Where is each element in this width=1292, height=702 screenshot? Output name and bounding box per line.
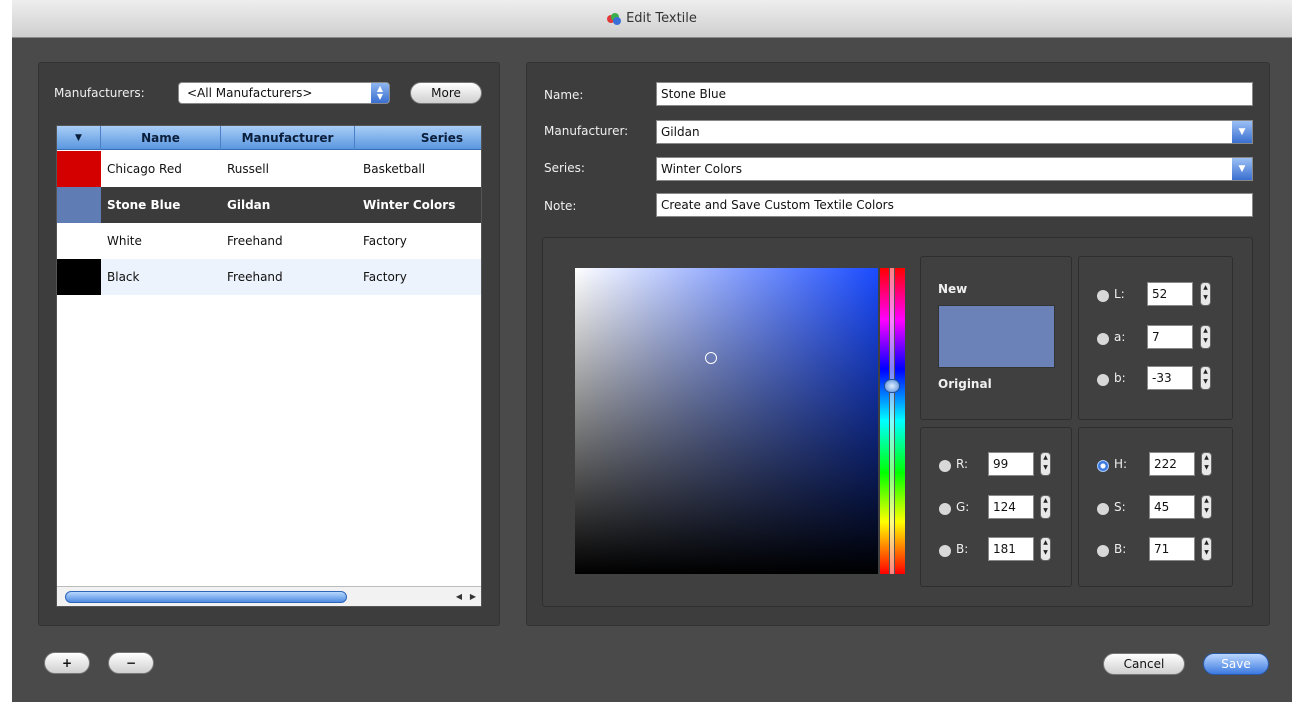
textile-table: ▼ Name Manufacturer Series Chicago Red R… — [56, 125, 482, 607]
original-label: Original — [938, 377, 992, 391]
title-bar: Edit Textile — [12, 0, 1292, 38]
manufacturer-combobox[interactable]: Gildan ▼ — [656, 120, 1253, 144]
manufacturers-popup-value: <All Manufacturers> — [187, 86, 313, 100]
hsb-h-label: H: — [1114, 457, 1128, 471]
rgb-r-radio[interactable] — [939, 460, 951, 472]
hsb-h-input[interactable]: 222 — [1149, 452, 1195, 476]
lab-l-radio[interactable] — [1097, 290, 1109, 302]
hsb-b-label: B: — [1114, 542, 1127, 556]
table-row-selected[interactable]: Stone Blue Gildan Winter Colors — [57, 187, 481, 223]
series-label: Series: — [544, 161, 585, 175]
table-row[interactable]: White Freehand Factory — [57, 223, 481, 259]
lab-b-input[interactable]: -33 — [1147, 366, 1193, 390]
lab-a-stepper[interactable]: ▲ ▼ — [1200, 325, 1211, 349]
column-header-manufacturer[interactable]: Manufacturer — [221, 126, 355, 150]
table-header: ▼ Name Manufacturer Series — [57, 126, 481, 150]
lab-a-input[interactable]: 7 — [1147, 325, 1193, 349]
rgb-b-input[interactable]: 181 — [988, 537, 1034, 561]
chevron-down-icon[interactable]: ▼ — [1232, 121, 1252, 143]
column-header-name[interactable]: Name — [101, 126, 221, 150]
row-name: Black — [107, 270, 140, 284]
row-series: Winter Colors — [363, 198, 456, 212]
rgb-r-label: R: — [956, 457, 969, 471]
hue-slider-knob[interactable] — [884, 379, 900, 393]
new-color-swatch — [938, 305, 1055, 368]
hsb-h-radio[interactable] — [1097, 460, 1109, 472]
row-manufacturer: Gildan — [227, 198, 271, 212]
row-name: White — [107, 234, 142, 248]
rgb-b-stepper[interactable]: ▲ ▼ — [1040, 537, 1051, 561]
cancel-button[interactable]: Cancel — [1103, 653, 1185, 675]
hsb-s-label: S: — [1114, 500, 1126, 514]
color-swatch — [57, 187, 101, 223]
new-label: New — [938, 282, 968, 296]
rgb-b-label: B: — [956, 542, 969, 556]
name-field[interactable]: Stone Blue — [656, 82, 1253, 106]
row-manufacturer: Russell — [227, 162, 269, 176]
horizontal-scrollbar[interactable]: ◀ ▶ — [57, 586, 481, 606]
hsb-h-stepper[interactable]: ▲ ▼ — [1201, 452, 1212, 476]
row-series: Basketball — [363, 162, 426, 176]
rgb-r-stepper[interactable]: ▲ ▼ — [1040, 452, 1051, 476]
save-button[interactable]: Save — [1203, 653, 1269, 675]
rgb-g-stepper[interactable]: ▲ ▼ — [1040, 495, 1051, 519]
remove-textile-button[interactable]: − — [108, 652, 154, 674]
manufacturers-popup[interactable]: <All Manufacturers> ▲ ▼ — [178, 82, 390, 104]
rgb-b-radio[interactable] — [939, 545, 951, 557]
add-textile-button[interactable]: + — [44, 652, 90, 674]
color-swatch — [57, 151, 101, 187]
saturation-brightness-field[interactable] — [575, 268, 878, 574]
name-label: Name: — [544, 88, 584, 102]
hsb-b-stepper[interactable]: ▲ ▼ — [1201, 537, 1212, 561]
manufacturer-label: Manufacturer: — [544, 124, 629, 138]
scroll-right-icon[interactable]: ▶ — [467, 591, 479, 603]
scrollbar-thumb[interactable] — [65, 591, 347, 603]
scroll-left-icon[interactable]: ◀ — [453, 591, 465, 603]
popup-arrows-icon: ▲ ▼ — [371, 83, 389, 103]
lab-l-input[interactable]: 52 — [1147, 282, 1193, 306]
manufacturers-label: Manufacturers: — [54, 86, 145, 100]
column-header-series[interactable]: Series — [355, 126, 481, 150]
row-name: Chicago Red — [107, 162, 182, 176]
lab-a-radio[interactable] — [1097, 333, 1109, 345]
row-series: Factory — [363, 270, 407, 284]
hsb-s-stepper[interactable]: ▲ ▼ — [1201, 495, 1212, 519]
hue-slider-track — [889, 268, 895, 574]
table-row[interactable]: Black Freehand Factory — [57, 259, 481, 295]
lab-l-stepper[interactable]: ▲ ▼ — [1200, 282, 1211, 306]
color-swatch — [57, 259, 101, 295]
chevron-down-icon[interactable]: ▼ — [1232, 158, 1252, 180]
note-field[interactable]: Create and Save Custom Textile Colors — [656, 193, 1253, 217]
row-series: Factory — [363, 234, 407, 248]
hsb-s-radio[interactable] — [1097, 503, 1109, 515]
lab-l-label: L: — [1114, 287, 1125, 301]
series-value: Winter Colors — [661, 162, 742, 176]
row-manufacturer: Freehand — [227, 234, 283, 248]
series-combobox[interactable]: Winter Colors ▼ — [656, 157, 1253, 181]
lab-b-label: b: — [1114, 371, 1126, 385]
row-name: Stone Blue — [107, 198, 181, 212]
note-label: Note: — [544, 199, 577, 213]
rgb-g-radio[interactable] — [939, 503, 951, 515]
rgb-g-input[interactable]: 124 — [988, 495, 1034, 519]
rgb-g-label: G: — [956, 500, 970, 514]
manufacturer-value: Gildan — [661, 125, 700, 139]
hsb-b-radio[interactable] — [1097, 545, 1109, 557]
row-manufacturer: Freehand — [227, 270, 283, 284]
sort-column-header[interactable]: ▼ — [57, 126, 101, 150]
window-title: Edit Textile — [626, 11, 697, 26]
table-row[interactable]: Chicago Red Russell Basketball — [57, 151, 481, 187]
rgb-r-input[interactable]: 99 — [988, 452, 1034, 476]
hsb-s-input[interactable]: 45 — [1149, 495, 1195, 519]
color-picker-cursor[interactable] — [705, 352, 717, 364]
lab-b-stepper[interactable]: ▲ ▼ — [1200, 366, 1211, 390]
lab-b-radio[interactable] — [1097, 374, 1109, 386]
more-button[interactable]: More — [410, 82, 482, 104]
hsb-b-input[interactable]: 71 — [1149, 537, 1195, 561]
color-swatch — [57, 223, 101, 259]
textile-app-icon — [607, 12, 622, 25]
lab-a-label: a: — [1114, 330, 1126, 344]
